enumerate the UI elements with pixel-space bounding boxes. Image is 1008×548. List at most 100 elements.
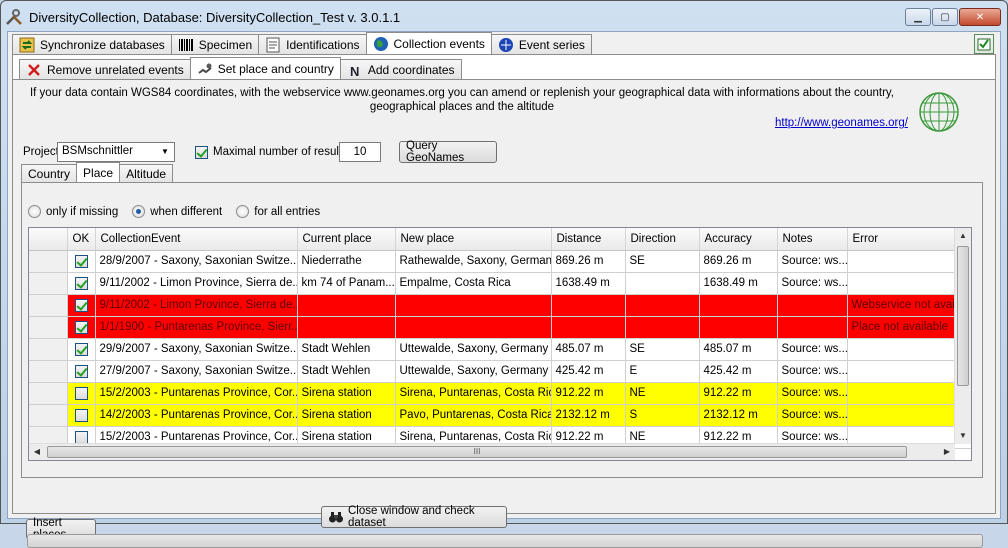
cell-notes[interactable]: Source: ws...	[777, 360, 848, 383]
minimize-button[interactable]: ▁	[905, 8, 931, 26]
table-row[interactable]: 14/2/2003 - Puntarenas Province, Cor... S…	[29, 404, 971, 427]
ok-cell[interactable]	[67, 382, 96, 405]
close-window-button[interactable]: ✕	[959, 8, 1001, 26]
scroll-left-icon[interactable]: ◀	[29, 444, 45, 460]
tab-remove-unrelated-events[interactable]: Remove unrelated events	[19, 59, 191, 79]
cell-accuracy[interactable]: 425.42 m	[699, 360, 778, 383]
ok-cell[interactable]	[67, 250, 96, 273]
ok-checkbox[interactable]	[74, 430, 88, 444]
tab-add-coordinates[interactable]: N Add coordinates	[339, 59, 462, 79]
max-results-input[interactable]: 10	[339, 142, 381, 162]
column-header[interactable]: CollectionEvent	[95, 228, 298, 251]
cell-new[interactable]: Uttewalde, Saxony, Germany	[395, 360, 552, 383]
ok-cell[interactable]	[67, 338, 96, 361]
query-geonames-button[interactable]: Query GeoNames	[399, 140, 497, 164]
ok-checkbox[interactable]	[74, 254, 88, 268]
ok-checkbox[interactable]	[74, 386, 88, 400]
cell-notes[interactable]: Source: ws...	[777, 338, 848, 361]
ok-checkbox[interactable]	[74, 408, 88, 422]
cell-direction[interactable]	[625, 316, 700, 339]
cell-current[interactable]	[297, 294, 396, 317]
column-header[interactable]: New place	[395, 228, 552, 251]
maximize-button[interactable]: ▢	[932, 8, 958, 26]
tab-place[interactable]: Place	[76, 162, 121, 182]
table-row[interactable]: 29/9/2007 - Saxony, Saxonian Switze... St…	[29, 338, 971, 361]
tab-synchronize-databases[interactable]: Synchronize databases	[12, 34, 172, 54]
tab-specimen[interactable]: Specimen	[170, 34, 260, 54]
tab-set-place-and-country[interactable]: Set place and country	[189, 57, 341, 79]
cell-accuracy[interactable]	[699, 316, 778, 339]
cell-distance[interactable]: 869.26 m	[551, 250, 626, 273]
scroll-down-icon[interactable]: ▼	[955, 428, 971, 444]
ok-cell[interactable]	[67, 272, 96, 295]
column-header[interactable]: Notes	[777, 228, 848, 251]
tab-event-series[interactable]: Event series	[490, 34, 592, 54]
ok-checkbox[interactable]	[74, 320, 88, 334]
cell-current[interactable]	[297, 316, 396, 339]
radio-button[interactable]	[132, 205, 146, 218]
cell-distance[interactable]: 425.42 m	[551, 360, 626, 383]
cell-notes[interactable]: Source: ws...	[777, 404, 848, 427]
max-results-checkbox[interactable]	[195, 146, 208, 159]
row-header[interactable]	[29, 294, 68, 317]
cell-event[interactable]: 28/9/2007 - Saxony, Saxonian Switze...	[95, 250, 298, 273]
cell-current[interactable]: km 74 of Panam...	[297, 272, 396, 295]
cell-current[interactable]: Sirena station	[297, 382, 396, 405]
scroll-up-icon[interactable]: ▲	[955, 228, 971, 244]
row-header[interactable]	[29, 316, 68, 339]
table-row[interactable]: 9/11/2002 - Limon Province, Sierra de...…	[29, 272, 971, 295]
cell-accuracy[interactable]: 869.26 m	[699, 250, 778, 273]
ok-cell[interactable]	[67, 404, 96, 427]
cell-direction[interactable]: SE	[625, 338, 700, 361]
tab-country[interactable]: Country	[21, 164, 78, 182]
scrollbar-thumb[interactable]	[957, 246, 969, 386]
column-header[interactable]: Current place	[297, 228, 396, 251]
cell-new[interactable]	[395, 294, 552, 317]
cell-direction[interactable]: E	[625, 360, 700, 383]
tab-identifications[interactable]: Identifications	[258, 34, 367, 54]
ok-cell[interactable]	[67, 294, 96, 317]
ok-checkbox[interactable]	[74, 276, 88, 290]
project-dropdown[interactable]: BSMschnittler ▼	[57, 142, 175, 162]
column-header[interactable]: OK	[67, 228, 96, 251]
cell-current[interactable]: Niederrathe	[297, 250, 396, 273]
cell-accuracy[interactable]	[699, 294, 778, 317]
ok-checkbox[interactable]	[74, 364, 88, 378]
column-header[interactable]: Accuracy	[699, 228, 778, 251]
cell-direction[interactable]	[625, 294, 700, 317]
cell-new[interactable]: Rathewalde, Saxony, Germany	[395, 250, 552, 273]
radio-when-different[interactable]: when different	[132, 205, 222, 218]
table-row[interactable]: 1/1/1900 - Puntarenas Province, Sierr...…	[29, 316, 971, 339]
cell-notes[interactable]: Source: ws...	[777, 272, 848, 295]
cell-event[interactable]: 29/9/2007 - Saxony, Saxonian Switze...	[95, 338, 298, 361]
ok-cell[interactable]	[67, 316, 96, 339]
cell-accuracy[interactable]: 912.22 m	[699, 382, 778, 405]
vertical-scrollbar[interactable]: ▲ ▼	[954, 228, 971, 444]
scroll-right-icon[interactable]: ▶	[939, 444, 955, 460]
radio-button[interactable]	[236, 205, 250, 218]
cell-notes[interactable]: Source: ws...	[777, 250, 848, 273]
geonames-link[interactable]: http://www.geonames.org/	[775, 117, 908, 129]
cell-event[interactable]: 9/11/2002 - Limon Province, Sierra de...	[95, 272, 298, 295]
table-row[interactable]: 9/11/2002 - Limon Province, Sierra de...…	[29, 294, 971, 317]
table-row[interactable]: 27/9/2007 - Saxony, Saxonian Switze... St…	[29, 360, 971, 383]
cell-accuracy[interactable]: 2132.12 m	[699, 404, 778, 427]
places-grid[interactable]: OK CollectionEvent Current place New pla…	[28, 227, 972, 461]
cell-notes[interactable]: Source: ws...	[777, 382, 848, 405]
tab-collection-events[interactable]: Collection events	[365, 32, 492, 54]
cell-new[interactable]	[395, 316, 552, 339]
cell-event[interactable]: 1/1/1900 - Puntarenas Province, Sierr...	[95, 316, 298, 339]
cell-event[interactable]: 14/2/2003 - Puntarenas Province, Cor...	[95, 404, 298, 427]
check-dataset-icon-button[interactable]	[974, 34, 994, 54]
close-and-check-button[interactable]: Close window and check dataset	[321, 505, 507, 529]
scrollbar-thumb[interactable]: III	[47, 446, 907, 458]
tab-altitude[interactable]: Altitude	[119, 164, 174, 182]
cell-distance[interactable]: 2132.12 m	[551, 404, 626, 427]
radio-button[interactable]	[28, 205, 41, 218]
cell-new[interactable]: Pavo, Puntarenas, Costa Rica	[395, 404, 552, 427]
cell-accuracy[interactable]: 1638.49 m	[699, 272, 778, 295]
radio-for-all-entries[interactable]: for all entries	[236, 205, 320, 218]
cell-new[interactable]: Sirena, Puntarenas, Costa Rica	[395, 382, 552, 405]
table-row[interactable]: 28/9/2007 - Saxony, Saxonian Switze... Ni…	[29, 250, 971, 273]
cell-notes[interactable]	[777, 294, 848, 317]
